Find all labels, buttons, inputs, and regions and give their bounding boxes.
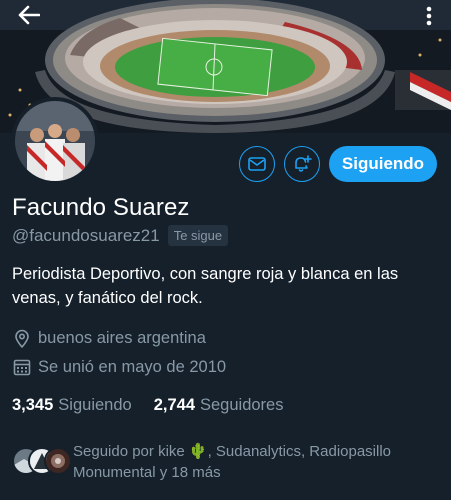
- followers-label: Seguidores: [200, 396, 284, 414]
- mutual-followers-avatars[interactable]: [12, 447, 72, 475]
- profile-bio: Periodista Deportivo, con sangre roja y …: [12, 265, 399, 307]
- location-text: buenos aires argentina: [38, 328, 206, 347]
- more-options-button[interactable]: [419, 3, 439, 29]
- more-vertical-icon: [426, 6, 432, 26]
- follow-stats: 3,345 Siguiendo 2,744 Seguidores: [12, 396, 283, 415]
- handle-row: @facundosuarez21 Te sigue: [12, 225, 229, 246]
- calendar-icon: [12, 357, 32, 377]
- following-label: Siguiendo: [58, 396, 132, 414]
- message-button[interactable]: [239, 146, 275, 182]
- bell-plus-icon: [295, 155, 312, 172]
- notifications-button[interactable]: [284, 146, 320, 182]
- joined-row: Se unió en mayo de 2010: [12, 357, 226, 377]
- profile-name: Facundo Suarez: [12, 194, 190, 221]
- following-count: 3,345: [12, 396, 54, 414]
- avatar[interactable]: [11, 97, 99, 185]
- mutual-follower-avatar: [44, 447, 72, 475]
- follows-you-badge: Te sigue: [167, 225, 229, 246]
- location-row: buenos aires argentina: [12, 328, 206, 348]
- profile-handle: @facundosuarez21: [12, 225, 160, 245]
- followers-count: 2,744: [153, 396, 195, 414]
- following-button[interactable]: Siguiendo: [329, 146, 437, 182]
- back-button[interactable]: [14, 2, 44, 28]
- mail-icon: [248, 157, 266, 171]
- followed-by-text[interactable]: Seguido por kike 🌵, Sudanalytics, Radiop…: [73, 441, 443, 483]
- following-stat[interactable]: 3,345 Siguiendo: [12, 396, 132, 415]
- avatar-image: [15, 101, 95, 181]
- location-pin-icon: [12, 328, 32, 348]
- followers-stat[interactable]: 2,744 Seguidores: [154, 396, 284, 415]
- arrow-left-icon: [18, 5, 40, 25]
- joined-text: Se unió en mayo de 2010: [38, 357, 227, 376]
